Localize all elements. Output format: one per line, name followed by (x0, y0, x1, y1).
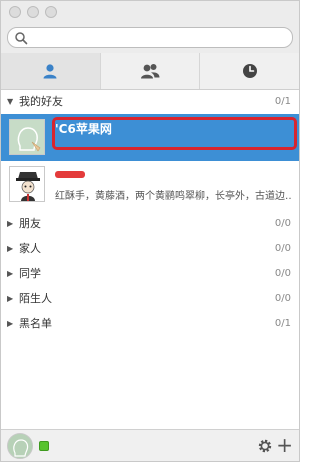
title-bar (1, 1, 299, 23)
group-count: 0/0 (274, 293, 291, 304)
search-field[interactable] (7, 27, 293, 48)
gear-icon[interactable] (257, 438, 273, 454)
group-count: 0/0 (274, 268, 291, 279)
group-label: 我的好友 (19, 95, 63, 108)
group-friends[interactable]: ▶ 朋友 0/0 (1, 211, 299, 236)
tab-contacts[interactable] (1, 53, 101, 89)
expanded-arrow-icon: ▼ (7, 97, 14, 106)
group-label: 同学 (19, 267, 41, 280)
group-label: 陌生人 (19, 292, 52, 305)
online-status-icon[interactable] (39, 441, 49, 451)
collapsed-arrow-icon: ▶ (7, 269, 14, 278)
tab-groups[interactable] (101, 53, 201, 89)
group-strangers[interactable]: ▶ 陌生人 0/0 (1, 286, 299, 311)
people-icon (141, 64, 160, 79)
group-list: ▶ 朋友 0/0 ▶ 家人 0/0 ▶ 同学 0/0 ▶ 陌生人 0/0 ▶ 黑 (1, 211, 299, 336)
group-count: 0/0 (274, 218, 291, 229)
minimize-window-button[interactable] (27, 6, 39, 18)
search-bar (1, 23, 299, 53)
collapsed-arrow-icon: ▶ (7, 294, 14, 303)
avatar (9, 166, 45, 202)
my-avatar[interactable] (7, 433, 33, 459)
collapsed-arrow-icon: ▶ (7, 244, 14, 253)
contact-list: ▼ 我的好友 0/1 'C6苹果网 红酥手，黄藤酒，两个黄鹂鸣翠柳，长亭外，古道… (1, 90, 299, 336)
redacted-name (55, 171, 85, 178)
app-window: ▼ 我的好友 0/1 'C6苹果网 红酥手，黄藤酒，两个黄鹂鸣翠柳，长亭外，古道… (0, 0, 300, 462)
contact-row[interactable]: 'C6苹果网 (1, 114, 299, 161)
highlight-box (52, 117, 297, 150)
tab-recent[interactable] (200, 53, 299, 89)
group-my-friends[interactable]: ▼ 我的好友 0/1 (1, 90, 299, 114)
tab-bar (1, 53, 299, 90)
contact-signature: 红酥手，黄藤酒，两个黄鹂鸣翠柳，长亭外，古道边… (55, 191, 291, 202)
group-label: 朋友 (19, 217, 41, 230)
group-label: 家人 (19, 242, 41, 255)
search-icon (15, 32, 28, 45)
collapsed-arrow-icon: ▶ (7, 219, 14, 228)
bottom-bar: + (1, 429, 299, 461)
search-input[interactable] (30, 30, 290, 45)
default-avatar-icon (8, 434, 32, 458)
group-count: 0/1 (274, 318, 291, 329)
group-family[interactable]: ▶ 家人 0/0 (1, 236, 299, 261)
group-count: 0/1 (274, 96, 291, 107)
group-blacklist[interactable]: ▶ 黑名单 0/1 (1, 311, 299, 336)
collapsed-arrow-icon: ▶ (7, 319, 14, 328)
contact-row[interactable]: 红酥手，黄藤酒，两个黄鹂鸣翠柳，长亭外，古道边… (1, 161, 299, 211)
person-icon (43, 64, 57, 79)
close-window-button[interactable] (9, 6, 21, 18)
clock-icon (242, 64, 257, 78)
group-classmates[interactable]: ▶ 同学 0/0 (1, 261, 299, 286)
group-count: 0/0 (274, 243, 291, 254)
zoom-window-button[interactable] (45, 6, 57, 18)
add-icon[interactable]: + (276, 433, 293, 457)
cartoon-avatar-icon (10, 167, 44, 201)
group-label: 黑名单 (19, 317, 52, 330)
default-avatar-icon (10, 120, 44, 154)
avatar (9, 119, 45, 155)
